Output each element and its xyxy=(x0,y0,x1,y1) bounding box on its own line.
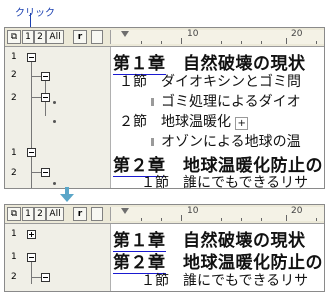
collapsed-content-icon[interactable]: + xyxy=(235,117,248,130)
indent-marker-icon[interactable] xyxy=(121,208,129,214)
section-heading[interactable]: １節 誰にでもできるリサ xyxy=(141,172,308,188)
outline-level-pane: 1 2 2 1 2 xyxy=(5,47,111,188)
level-1-button[interactable]: 1 xyxy=(22,207,34,221)
level-number: 2 xyxy=(11,168,17,178)
body-text-dot xyxy=(53,120,56,123)
ruler-number: 20 xyxy=(291,206,303,216)
outline-panel-before: ⧉ 1 2 All r 10 20 1 2 2 1 2 第１章 自然破壊の現状 … xyxy=(4,27,325,189)
level-all-button[interactable]: All xyxy=(46,207,64,221)
format-icon[interactable]: r xyxy=(73,207,87,221)
collapse-toggle-icon[interactable] xyxy=(41,72,50,81)
collapse-toggle-icon[interactable] xyxy=(41,273,50,282)
level-number: 1 xyxy=(11,52,17,62)
outline-panel-after: ⧉ 1 2 All r 10 20 1 1 2 第１章 自然破壊の現状 第２章 … xyxy=(4,204,325,292)
collapse-toggle-icon[interactable] xyxy=(41,168,50,177)
collapse-toggle-icon[interactable] xyxy=(27,148,36,157)
click-annotation: クリック xyxy=(15,8,55,19)
level-number: 1 xyxy=(11,229,17,239)
collapse-all-icon[interactable]: ⧉ xyxy=(7,207,21,221)
body-text-dot xyxy=(53,101,56,104)
collapse-toggle-icon[interactable] xyxy=(27,253,36,262)
level-1-button[interactable]: 1 xyxy=(22,30,34,44)
collapse-toggle-icon[interactable] xyxy=(41,93,50,102)
outline-level-pane: 1 1 2 xyxy=(5,224,111,291)
level-number: 2 xyxy=(11,70,17,80)
level-2-button[interactable]: 2 xyxy=(34,207,46,221)
body-text[interactable]: ゴミ処理によるダイオ xyxy=(151,91,301,111)
format-icon[interactable]: r xyxy=(73,30,87,44)
level-number: 1 xyxy=(11,148,17,158)
section-heading[interactable]: ２節 地球温暖化 + xyxy=(119,111,248,131)
level-2-button[interactable]: 2 xyxy=(34,30,46,44)
ruler-toggle-icon[interactable] xyxy=(91,30,103,44)
body-text[interactable]: オゾンによる地球の温 xyxy=(151,131,301,151)
indent-marker-icon[interactable] xyxy=(121,31,129,37)
down-arrow-icon xyxy=(60,187,74,202)
section-heading[interactable]: １節 ダイオキシンとゴミ問 xyxy=(119,71,301,91)
outline-document: 第１章 自然破壊の現状 １節 ダイオキシンとゴミ問 ゴミ処理によるダイオ ２節 … xyxy=(113,47,324,188)
outline-document: 第１章 自然破壊の現状 第２章 地球温暖化防止の １節 誰にでもできるリサ xyxy=(113,224,324,291)
level-number: 2 xyxy=(11,272,17,282)
ruler-number: 10 xyxy=(187,29,199,39)
section-heading[interactable]: １節 誰にでもできるリサ xyxy=(141,270,308,290)
collapse-all-icon[interactable]: ⧉ xyxy=(7,30,21,44)
ruler: 10 20 xyxy=(110,206,324,221)
level-number: 2 xyxy=(11,93,17,103)
collapse-toggle-icon[interactable] xyxy=(27,53,36,62)
level-all-button[interactable]: All xyxy=(46,30,64,44)
body-text-dot xyxy=(53,182,56,185)
ruler: 10 20 xyxy=(110,29,324,44)
expand-toggle-icon[interactable] xyxy=(27,230,36,239)
level-number: 1 xyxy=(11,252,17,262)
ruler-number: 20 xyxy=(291,29,303,39)
outline-toolbar: ⧉ 1 2 All r 10 20 xyxy=(5,28,324,47)
ruler-toggle-icon[interactable] xyxy=(91,207,103,221)
outline-toolbar: ⧉ 1 2 All r 10 20 xyxy=(5,205,324,224)
ruler-number: 10 xyxy=(187,206,199,216)
